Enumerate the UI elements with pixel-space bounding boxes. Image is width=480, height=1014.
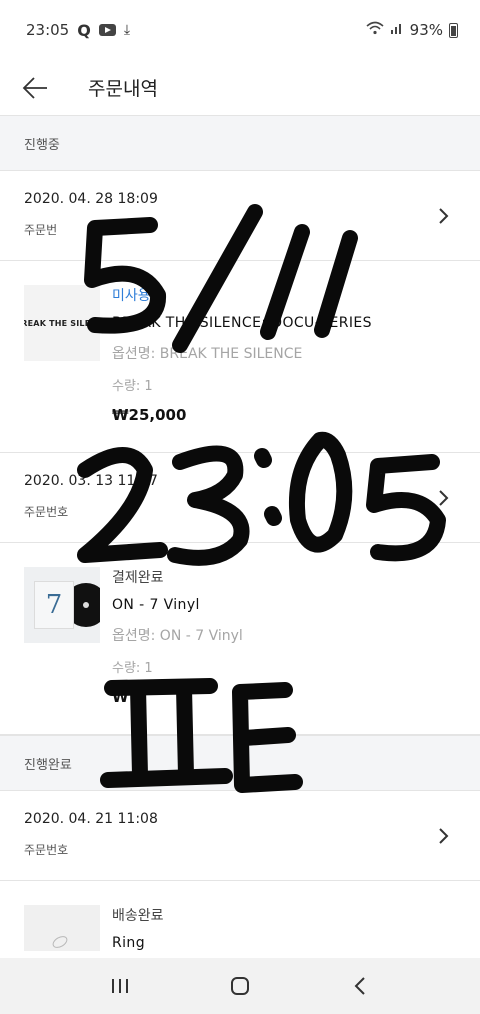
chevron-right-icon[interactable] [438,207,450,225]
battery-percent: 93% [409,21,443,39]
product-name: BREAK THE SILENCE: DOCU-SERIES [112,315,372,331]
order-row[interactable]: 2020. 04. 21 11:08 주문번호 [0,791,480,881]
back-chevron-icon[interactable] [340,966,380,1006]
status-right: 93% [366,21,458,39]
product-option: 옵션명: ON - 7 Vinyl [112,628,243,644]
q-icon: Q [77,20,91,40]
thumbnail-text: 7 [34,581,74,629]
thumbnail-text: BREAK THE SILENCE [24,318,100,328]
chevron-right-icon[interactable] [438,489,450,507]
product-status: 결제완료 [112,570,164,586]
product-info: 배송완료 Ring [112,905,164,951]
product-name: ON - 7 Vinyl [112,597,200,613]
youtube-icon [98,24,116,36]
signal-icon [390,21,404,39]
order-date: 2020. 03. 13 11:27 [24,473,158,489]
page-title: 주문내역 [88,78,158,100]
section-header-completed: 진행완료 [0,735,480,791]
product-row[interactable]: 배송완료 Ring [0,881,480,951]
chevron-right-icon[interactable] [438,827,450,845]
status-time: 23:05 [26,21,70,39]
vinyl-thumbnail: 7 [24,567,100,643]
product-option: 옵션명: BREAK THE SILENCE [112,346,303,362]
product-info: 미사용 BREAK THE SILENCE: DOCU-SERIES 옵션명: … [112,285,372,452]
wifi-icon [366,21,384,39]
order-number-label: 주문번호 [24,843,69,857]
order-row[interactable]: 2020. 04. 28 18:09 주문번 [0,171,480,261]
ring-thumbnail [24,905,100,951]
section-header-in-progress: 진행중 [0,115,480,171]
product-quantity: 수량: 1 [112,661,153,676]
download-icon: ⤓ [123,22,131,38]
product-price: ₩ [112,688,129,706]
product-thumbnail: BREAK THE SILENCE [24,285,100,361]
product-thumbnail: 7 [24,567,100,643]
home-icon[interactable] [220,966,260,1006]
product-info: 결제완료 ON - 7 Vinyl 옵션명: ON - 7 Vinyl 수량: … [112,567,243,734]
product-status: 미사용 [112,288,151,304]
product-status: 배송완료 [112,908,164,924]
order-date: 2020. 04. 28 18:09 [24,191,158,207]
order-row[interactable]: 2020. 03. 13 11:27 주문번호 [0,453,480,543]
back-arrow-icon[interactable] [22,75,48,101]
recent-apps-icon[interactable] [100,966,140,1006]
product-name: Ring [112,935,145,951]
status-bar: 23:05 Q ⤓ 93% [0,0,480,60]
order-date: 2020. 04. 21 11:08 [24,811,158,827]
product-quantity: 수량: 1 [112,379,153,394]
product-thumbnail [24,905,100,951]
status-left: 23:05 Q ⤓ [26,21,130,40]
product-row[interactable]: 7 결제완료 ON - 7 Vinyl 옵션명: ON - 7 Vinyl 수량… [0,543,480,735]
battery-icon [449,22,458,38]
order-number-label: 주문번호 [24,505,69,519]
order-number-label: 주문번 [24,223,58,237]
navigation-bar [0,958,480,1014]
product-row[interactable]: BREAK THE SILENCE 미사용 BREAK THE SILENCE:… [0,261,480,453]
product-price: ₩25,000 [112,406,187,424]
app-header: 주문내역 [0,60,480,115]
